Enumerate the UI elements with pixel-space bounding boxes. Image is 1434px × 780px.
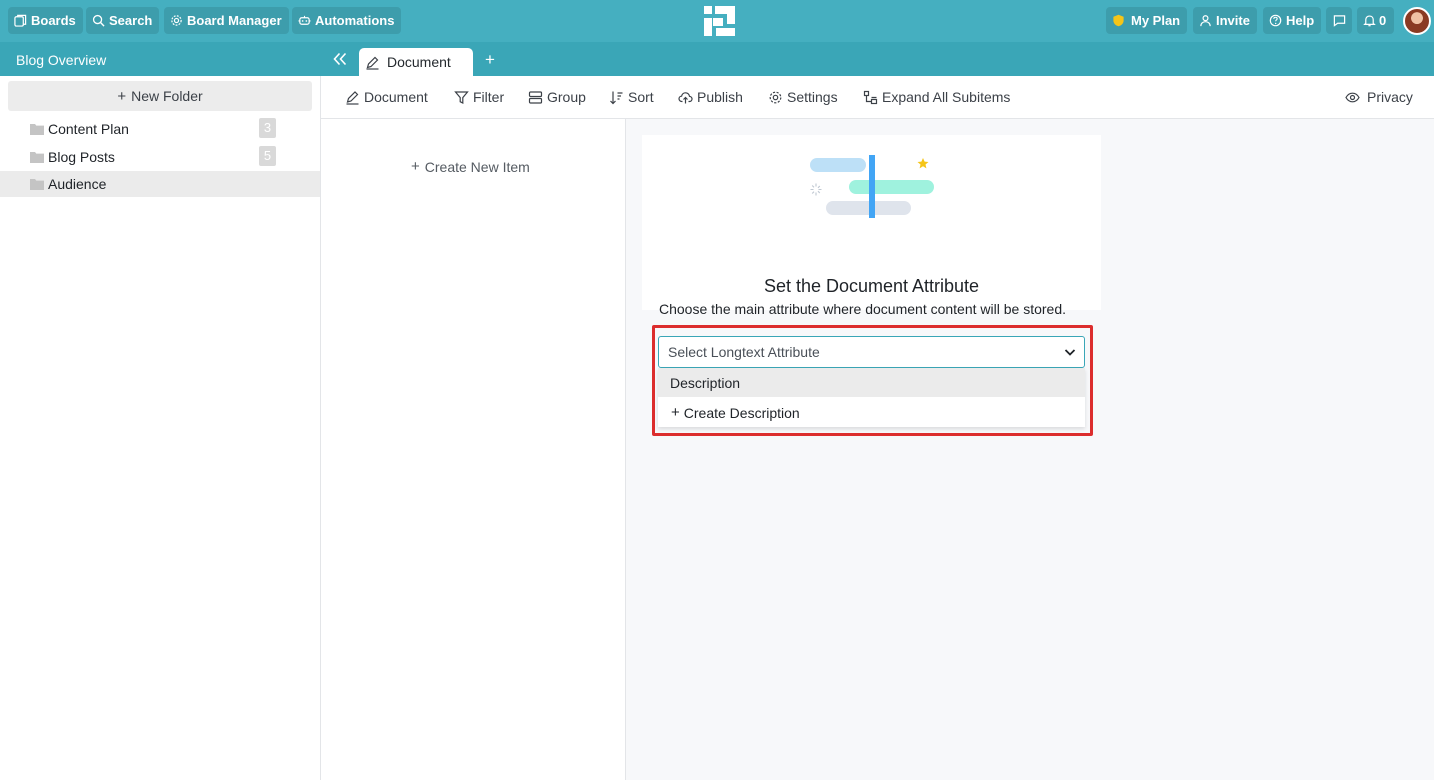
top-bar: Boards Search Board Manager Automations … (0, 0, 1434, 42)
board-manager-label: Board Manager (187, 13, 282, 28)
folder-count-badge: 3 (259, 118, 276, 138)
notifications-count: 0 (1379, 13, 1387, 28)
view-toolbar: Document Filter Group Sort Publish Setti… (321, 76, 1434, 119)
folder-count-badge: 5 (259, 146, 276, 166)
chevron-down-icon (1064, 349, 1076, 356)
invite-button[interactable]: Invite (1193, 7, 1257, 34)
new-folder-button[interactable]: + New Folder (8, 81, 312, 111)
publish-button[interactable]: Publish (678, 88, 743, 106)
sidebar: + New Folder Content Plan 3 Blog Posts 5… (0, 76, 321, 780)
group-icon (528, 90, 543, 104)
sort-button[interactable]: Sort (609, 88, 654, 106)
create-description-option[interactable]: + Create Description (658, 398, 1085, 427)
option-label: Description (670, 374, 741, 391)
document-label: Document (364, 89, 428, 105)
panel-title: Set the Document Attribute (763, 276, 980, 296)
document-button[interactable]: Document (345, 88, 428, 106)
filter-button[interactable]: Filter (454, 88, 504, 106)
folder-item[interactable]: Content Plan 3 (0, 116, 320, 142)
tab-document[interactable]: Document (359, 48, 473, 76)
board-manager-button[interactable]: Board Manager (164, 7, 289, 34)
gear-icon (171, 15, 182, 26)
chat-icon (1333, 15, 1345, 27)
filter-label: Filter (473, 89, 505, 105)
board-title: Blog Overview (16, 52, 107, 68)
help-icon (1269, 14, 1282, 27)
expand-subitems-button[interactable]: Expand All Subitems (863, 88, 1010, 106)
search-icon (92, 14, 105, 27)
pencil-icon (366, 56, 379, 70)
option-description[interactable]: Description (658, 368, 1085, 397)
plus-icon: + (117, 87, 127, 105)
document-panel: Set the Document Attribute Choose the ma… (626, 119, 1434, 780)
publish-label: Publish (697, 89, 743, 105)
tab-document-label: Document (387, 54, 451, 70)
select-placeholder: Select Longtext Attribute (668, 344, 820, 360)
settings-label: Settings (787, 89, 838, 105)
help-label: Help (1286, 13, 1315, 28)
expand-tree-icon (863, 90, 878, 104)
panel-description: Choose the main attribute where document… (659, 301, 1067, 317)
folder-icon (30, 152, 44, 163)
expand-subitems-label: Expand All Subitems (882, 89, 1011, 105)
user-icon (1200, 15, 1211, 27)
cloud-upload-icon (678, 91, 693, 103)
help-button[interactable]: Help (1263, 7, 1322, 34)
folder-name: Content Plan (48, 121, 129, 137)
automations-label: Automations (315, 13, 395, 28)
document-attribute-illustration (810, 155, 934, 218)
pencil-icon (346, 90, 359, 105)
privacy-button[interactable]: Privacy (1345, 88, 1413, 106)
eye-icon (1345, 92, 1360, 102)
folder-name: Audience (48, 176, 107, 192)
folder-icon (30, 124, 44, 135)
items-column: + Create New Item (321, 119, 626, 780)
search-button[interactable]: Search (86, 7, 160, 34)
setup-card: Set the Document Attribute (642, 135, 1101, 310)
filter-icon (454, 90, 469, 104)
create-description-label: Create Description (683, 404, 800, 421)
folder-item[interactable]: Blog Posts 5 (0, 144, 320, 170)
group-button[interactable]: Group (528, 88, 586, 106)
create-new-item-label: Create New Item (424, 158, 530, 175)
longtext-attribute-select[interactable]: Select Longtext Attribute (658, 336, 1085, 368)
boards-label: Boards (31, 13, 76, 28)
user-avatar[interactable] (1403, 7, 1431, 35)
plus-icon: + (671, 404, 680, 421)
attribute-dropdown-menu: Description + Create Description (658, 368, 1085, 427)
my-plan-label: My Plan (1131, 13, 1181, 28)
new-folder-label: New Folder (131, 88, 203, 104)
folder-item-selected[interactable]: Audience (0, 171, 320, 197)
sort-icon (610, 91, 623, 104)
plus-icon: + (411, 158, 420, 175)
collapse-sidebar-icon[interactable] (331, 50, 349, 68)
group-label: Group (547, 89, 586, 105)
chat-button[interactable] (1326, 7, 1352, 34)
robot-icon (298, 15, 311, 25)
create-new-item-button[interactable]: + Create New Item (411, 158, 530, 175)
invite-label: Invite (1216, 13, 1250, 28)
notifications-button[interactable]: 0 (1357, 7, 1394, 34)
sort-label: Sort (628, 89, 654, 105)
app-logo[interactable] (704, 6, 735, 36)
add-tab-button[interactable]: + (482, 51, 498, 69)
search-label: Search (109, 13, 153, 28)
privacy-label: Privacy (1367, 89, 1413, 105)
automations-button[interactable]: Automations (292, 7, 402, 34)
boards-icon (14, 14, 27, 27)
boards-button[interactable]: Boards (8, 7, 83, 34)
bell-icon (1363, 15, 1376, 27)
settings-button[interactable]: Settings (768, 88, 838, 106)
shield-icon (1113, 14, 1124, 27)
folder-name: Blog Posts (48, 149, 115, 165)
gear-icon (769, 91, 782, 103)
my-plan-button[interactable]: My Plan (1106, 7, 1188, 34)
folder-icon (30, 179, 44, 190)
board-header-bar: Blog Overview Document + (0, 42, 1434, 76)
